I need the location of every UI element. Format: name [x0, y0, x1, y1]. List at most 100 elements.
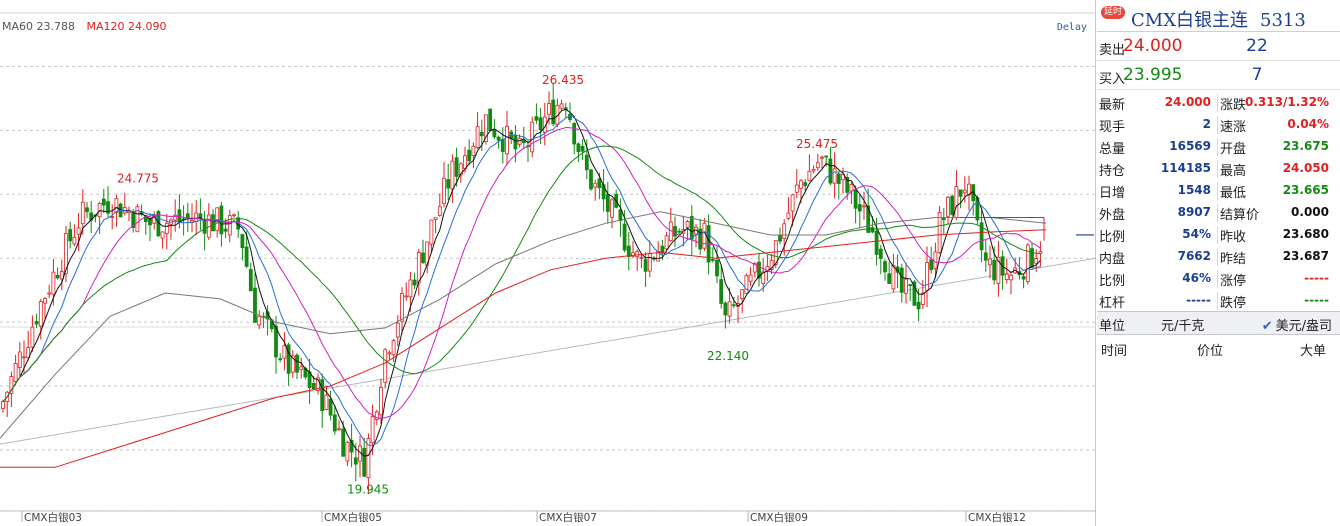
stat-cell-left: 持仓 114185	[1097, 160, 1215, 179]
candle-body	[412, 279, 417, 286]
candle-body	[467, 149, 472, 162]
candle-body	[929, 259, 934, 271]
ma120-legend: MA120 24.090	[86, 20, 167, 33]
kline-chart-canvas[interactable]: 24.775 26.435 25.475 19.945 22.140 CMX白银03 CMX…	[0, 0, 1096, 526]
stat-value: 24.000	[1164, 95, 1211, 109]
stat-key: 跌停	[1220, 296, 1247, 311]
candle-body	[794, 184, 799, 193]
candle-body	[328, 398, 333, 416]
candle-body	[685, 221, 690, 228]
candle-body	[605, 194, 610, 212]
stat-value: 0.04%	[1287, 117, 1329, 131]
candle-body	[853, 189, 858, 209]
candle-body	[362, 447, 367, 477]
stat-cell-right: 最低 23.665	[1217, 182, 1335, 201]
instrument-title[interactable]: CMX白银主连 5313	[1131, 6, 1306, 32]
candle-body	[148, 218, 152, 226]
candle-body	[488, 108, 493, 131]
buy-row: 买入 23.995 7	[1097, 61, 1340, 90]
candle-body	[248, 269, 253, 292]
candle-body	[870, 227, 875, 233]
candle-body	[988, 258, 992, 266]
candle-body	[576, 143, 581, 153]
unit-label: 单位	[1099, 319, 1126, 334]
buy-volume: 7	[1251, 65, 1263, 85]
candle-body	[731, 304, 736, 307]
candle-body	[278, 358, 283, 361]
candle-body	[908, 284, 913, 286]
candle-body	[492, 129, 497, 138]
candle-body	[211, 214, 215, 232]
stat-key: 昨结	[1220, 252, 1247, 267]
candle-body	[664, 235, 669, 250]
candle-body	[702, 222, 707, 249]
stat-cell-left: 内盘 7662	[1097, 248, 1215, 267]
delay-badge: 延时	[1101, 6, 1126, 19]
candle-body	[475, 126, 480, 148]
candle-body	[370, 416, 375, 444]
candle-body	[622, 223, 627, 251]
kline-chart[interactable]: 24.775 26.435 25.475 19.945 22.140 CMX白银03 CMX…	[0, 0, 1096, 526]
candle-body	[723, 302, 728, 316]
candle-body	[253, 287, 257, 323]
candle-body	[454, 157, 459, 177]
stat-key: 开盘	[1220, 142, 1247, 157]
check-icon: ✔	[1261, 319, 1273, 334]
stat-value: 54%	[1182, 227, 1211, 241]
tick-big-header: 大单	[1299, 344, 1326, 359]
stat-value: 23.680	[1282, 227, 1329, 241]
candle-body	[538, 117, 543, 131]
stat-key: 最新	[1099, 98, 1126, 113]
candle-body	[433, 217, 438, 220]
candle-body	[673, 226, 677, 237]
unit-usd-option[interactable]: ✔ 美元/盎司	[1262, 315, 1332, 334]
candle-body	[85, 207, 89, 213]
candle-body	[639, 256, 644, 259]
candle-body	[22, 356, 26, 359]
stat-cell-right: 跌停 -----	[1217, 292, 1335, 311]
candle-body	[299, 366, 304, 370]
candle-body	[811, 169, 816, 172]
stat-cell-right: 昨结 23.687	[1217, 248, 1335, 267]
candle-body	[719, 279, 724, 304]
candle-body	[790, 194, 795, 212]
candle-body	[954, 186, 959, 218]
stat-key: 现手	[1099, 120, 1126, 135]
candle-body	[832, 168, 837, 184]
candle-body	[786, 212, 791, 219]
candle-body	[883, 261, 887, 273]
candle-body	[534, 116, 539, 121]
stat-cell-right: 涨停 -----	[1217, 270, 1335, 289]
candle-body	[1, 401, 5, 409]
candle-body	[580, 145, 585, 152]
candle-body	[51, 271, 56, 295]
stats-row: 比例 46% 涨停 -----	[1097, 267, 1340, 289]
candle-body	[962, 189, 967, 194]
candle-body	[227, 215, 232, 236]
candle-body	[946, 196, 950, 217]
candle-body	[353, 457, 358, 465]
sell-label: 卖出	[1099, 43, 1126, 58]
sell-price: 24.000	[1123, 36, 1183, 56]
stat-cell-left: 外盘 8907	[1097, 204, 1215, 223]
candle-body	[311, 383, 316, 390]
stat-value: -----	[1304, 293, 1329, 307]
stat-value: 8907	[1177, 205, 1211, 219]
candle-body	[748, 274, 753, 282]
stat-value: 114185	[1160, 161, 1211, 175]
stat-cell-right: 涨跌 0.313/1.32%	[1217, 94, 1335, 113]
unit-cny-option[interactable]: 元/千克	[1161, 315, 1204, 334]
price-annotation: 26.435	[542, 73, 584, 87]
price-annotation: 19.945	[347, 482, 389, 496]
ma60-legend: MA60 23.788	[2, 20, 75, 33]
candle-body	[421, 252, 425, 264]
stat-value: 0.000	[1291, 205, 1329, 219]
candle-body	[345, 441, 350, 462]
candle-body	[1030, 248, 1034, 268]
tick-table-header: 时间 价位 大单	[1097, 336, 1340, 360]
candle-body	[862, 205, 866, 208]
candle-body	[958, 189, 963, 197]
candle-body	[450, 160, 455, 190]
stat-value: -----	[1186, 293, 1211, 307]
candle-body	[626, 245, 631, 258]
